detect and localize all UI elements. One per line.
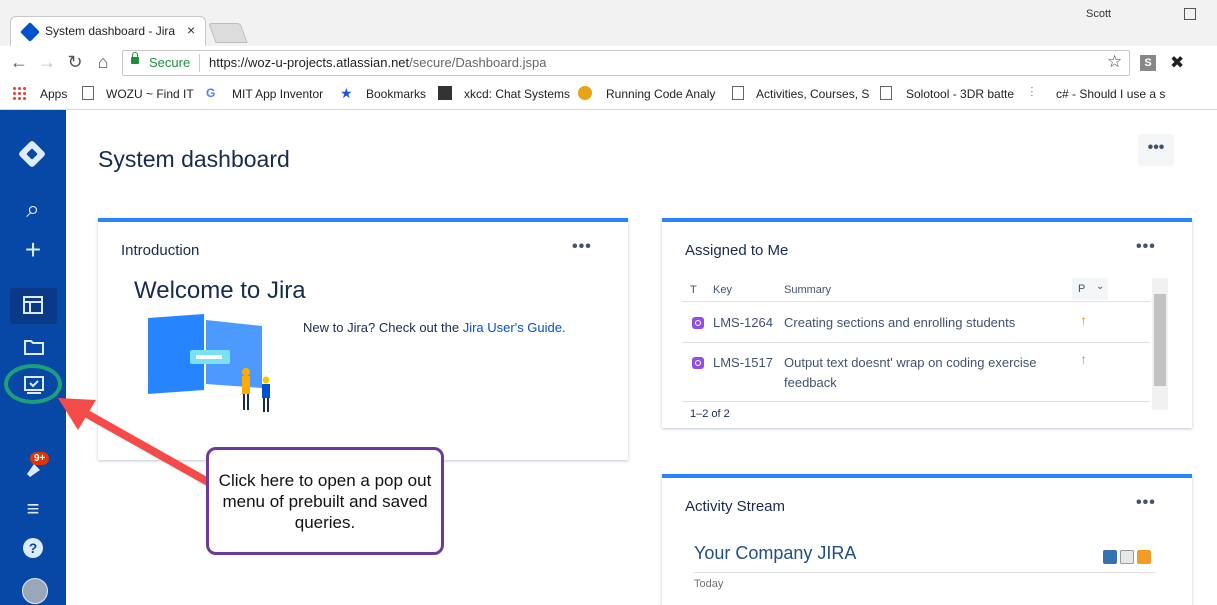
browser-profile-name[interactable]: Scott — [1086, 8, 1111, 20]
intro-text: New to Jira? Check out the Jira User's G… — [303, 320, 566, 335]
tab-title: System dashboard - Jira — [45, 24, 176, 38]
dashboard-icon — [23, 296, 43, 314]
issue-summary-line2[interactable]: feedback — [784, 375, 837, 390]
url-path: /secure/Dashboard.jspa — [409, 55, 547, 70]
gadget-more-button[interactable]: ••• — [1136, 494, 1156, 512]
browser-tab[interactable]: System dashboard - Jira × — [10, 16, 206, 46]
jira-favicon-icon — [20, 22, 40, 42]
window-maximize-button[interactable] — [1184, 8, 1196, 20]
issue-summary[interactable]: Creating sections and enrolling students — [784, 315, 1015, 330]
bookmark-bookmarks[interactable]: Bookmarks — [366, 87, 426, 101]
bookmark-activities[interactable]: Activities, Courses, S — [756, 87, 869, 101]
extension-2-icon[interactable]: ✖ — [1170, 53, 1184, 73]
codecov-icon — [578, 86, 592, 100]
issue-key[interactable]: LMS-1264 — [713, 315, 773, 330]
gadget-title: Assigned to Me — [685, 242, 789, 259]
extension-icon[interactable]: S — [1140, 55, 1156, 71]
jira-sidebar: ⌕ + 9+ ≡ ? — [0, 110, 66, 605]
secure-label: Secure — [149, 55, 191, 70]
bookmark-mit-app-inventor[interactable]: MIT App Inventor — [232, 87, 323, 101]
annotation-callout: Click here to open a pop out menu of pre… — [206, 447, 444, 555]
search-icon[interactable]: ⌕ — [0, 196, 66, 224]
address-bar[interactable]: Secure https://woz-u-projects.atlassian.… — [122, 50, 1130, 76]
menu-icon[interactable]: ≡ — [0, 496, 66, 522]
feed-view-icons — [1100, 550, 1151, 569]
page-icon — [732, 86, 744, 100]
column-header-type[interactable]: T — [690, 284, 697, 296]
folder-icon[interactable] — [24, 338, 44, 355]
xkcd-icon — [438, 86, 452, 100]
column-header-priority[interactable]: P ⌄ — [1072, 278, 1108, 300]
gadget-more-button[interactable]: ••• — [1136, 238, 1156, 256]
stackoverflow-icon: ⫶ — [1030, 84, 1034, 100]
url-host: https://woz-u-projects.atlassian.net — [209, 55, 410, 70]
bookmark-star-icon[interactable]: ☆ — [1107, 52, 1122, 72]
gadget-more-button[interactable]: ••• — [572, 238, 592, 256]
row-divider — [682, 401, 1150, 402]
star-bookmark-icon: ★ — [340, 85, 353, 101]
url-separator — [199, 54, 200, 72]
priority-high-icon: ↑ — [1080, 312, 1087, 328]
column-header-summary[interactable]: Summary — [784, 284, 831, 296]
rss-feed-icon[interactable] — [1137, 550, 1151, 564]
plus-icon[interactable]: + — [0, 234, 66, 266]
page-icon — [880, 86, 892, 100]
bookmark-xkcd[interactable]: xkcd: Chat Systems — [464, 87, 570, 101]
bookmark-apps[interactable]: Apps — [40, 87, 67, 101]
issue-key[interactable]: LMS-1517 — [713, 355, 773, 370]
divider — [694, 572, 1156, 573]
dashboard-more-button[interactable]: ••• — [1138, 134, 1174, 166]
bookmark-csharp[interactable]: c# - Should I use a s — [1056, 87, 1165, 101]
scrollbar-thumb[interactable] — [1154, 294, 1166, 386]
welcome-heading: Welcome to Jira — [134, 277, 306, 304]
issue-summary-line1[interactable]: Output text doesnt' wrap on coding exerc… — [784, 355, 1037, 370]
url-text[interactable]: https://woz-u-projects.atlassian.net/sec… — [209, 55, 546, 70]
intro-text-after: . — [562, 320, 566, 335]
lock-icon — [131, 52, 139, 64]
activity-stream-gadget: Activity Stream ••• Your Company JIRA To… — [662, 474, 1192, 605]
gadget-title: Activity Stream — [685, 498, 786, 515]
bookmark-solotool[interactable]: Solotool - 3DR batte — [906, 87, 1014, 101]
list-view-icon[interactable] — [1120, 550, 1134, 564]
dashboard-button[interactable] — [10, 288, 57, 324]
chevron-down-icon: ⌄ — [1096, 281, 1105, 292]
reload-icon[interactable]: ↻ — [64, 51, 86, 73]
assigned-to-me-gadget: Assigned to Me ••• T Key Summary P ⌄ LMS… — [662, 218, 1192, 428]
notification-badge: 9+ — [30, 452, 50, 465]
browser-tab-bar: System dashboard - Jira × Scott — [0, 0, 1217, 47]
page-title: System dashboard — [98, 146, 290, 172]
intro-text-before: New to Jira? Check out the — [303, 320, 463, 335]
column-header-key[interactable]: Key — [713, 284, 732, 296]
company-name: Your Company JIRA — [694, 543, 857, 563]
table-row[interactable]: LMS-1264 Creating sections and enrolling… — [682, 302, 1150, 342]
date-group-label: Today — [694, 578, 724, 590]
bookmark-wozu[interactable]: WOZU ~ Find IT — [106, 87, 194, 101]
users-guide-link[interactable]: Jira User's Guide — [463, 320, 562, 335]
page-icon — [82, 86, 94, 100]
help-icon[interactable]: ? — [23, 538, 43, 558]
forward-icon[interactable]: → — [36, 51, 58, 73]
pagination: 1–2 of 2 — [690, 408, 730, 420]
full-view-icon[interactable] — [1103, 550, 1117, 564]
home-icon[interactable]: ⌂ — [92, 51, 114, 73]
annotation-arrow-icon — [58, 398, 212, 486]
table-row[interactable]: LMS-1517 Output text doesnt' wrap on cod… — [682, 343, 1150, 401]
bookmarks-bar: Apps WOZU ~ Find IT G MIT App Inventor ★… — [0, 80, 1217, 110]
apps-grid-icon — [12, 86, 26, 100]
jira-logo-icon[interactable] — [17, 139, 47, 169]
highlight-circle — [4, 364, 62, 404]
priority-high-icon: ↑ — [1080, 351, 1087, 367]
google-icon: G — [206, 86, 216, 100]
avatar[interactable] — [22, 578, 48, 604]
tab-close-icon[interactable]: × — [187, 22, 195, 38]
priority-header-label: P — [1078, 283, 1086, 295]
browser-toolbar: ← → ↻ ⌂ Secure https://woz-u-projects.at… — [0, 46, 1217, 80]
bookmark-running-code[interactable]: Running Code Analy — [606, 87, 715, 101]
gadget-title: Introduction — [121, 242, 200, 259]
new-tab-button[interactable] — [208, 23, 248, 43]
improvement-issue-icon — [692, 357, 704, 369]
back-icon[interactable]: ← — [8, 51, 30, 73]
improvement-issue-icon — [692, 317, 704, 329]
